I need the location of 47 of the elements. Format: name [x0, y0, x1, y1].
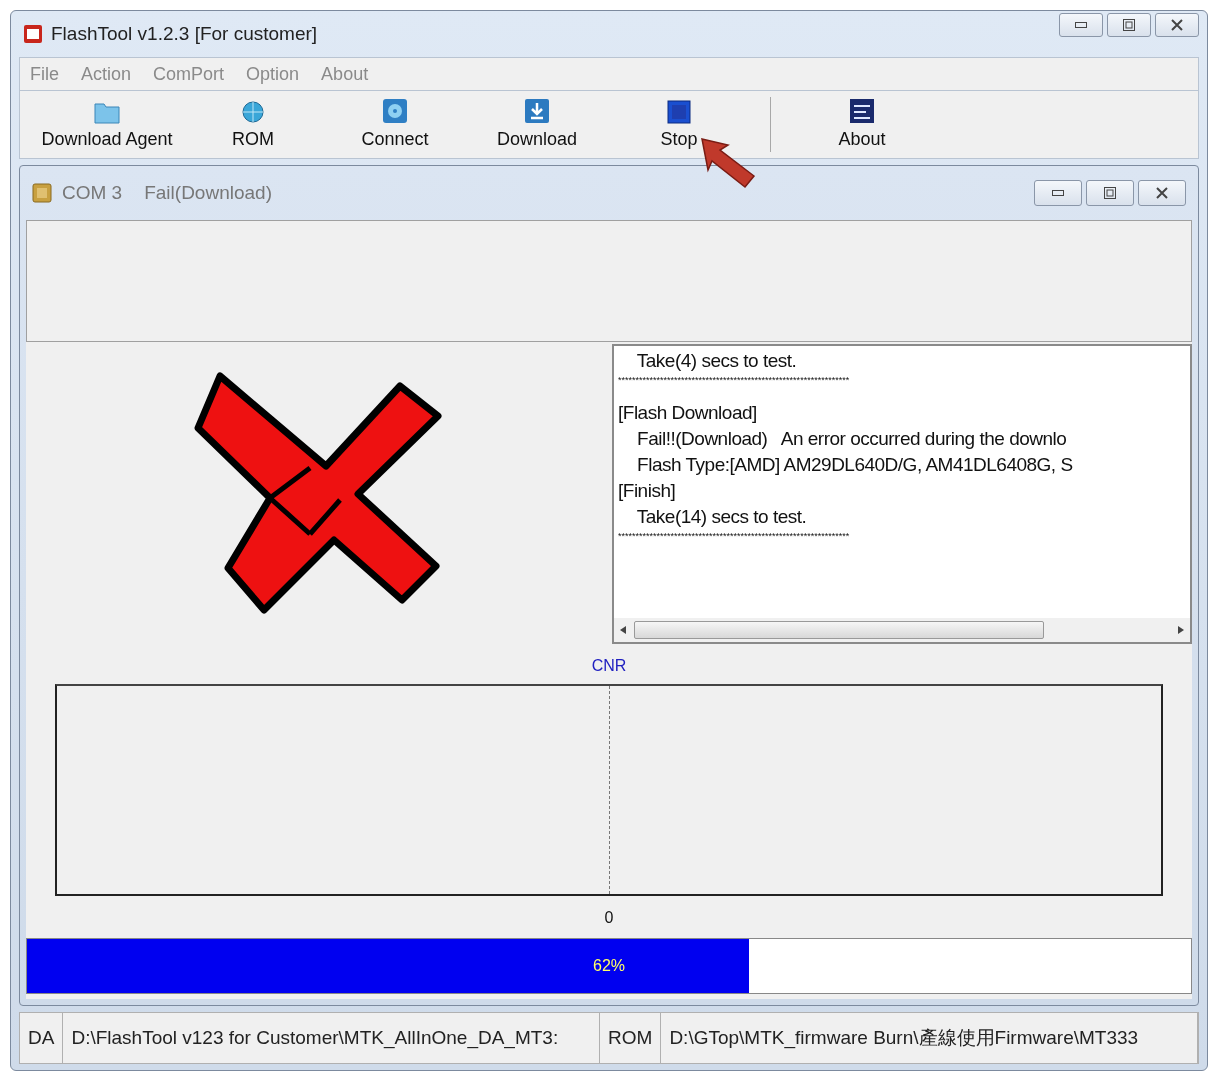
about-icon [849, 98, 875, 124]
download-icon [524, 98, 550, 124]
toolbar-button[interactable]: ROM [182, 91, 324, 158]
child-window-port: COM 3 [62, 180, 123, 205]
toolbar-button[interactable]: Download [466, 91, 608, 158]
close-button[interactable] [1138, 180, 1186, 206]
log-line: Take(14) secs to test. [635, 505, 807, 529]
window-title: FlashTool v1.2.3 [For customer] [51, 21, 319, 46]
pointer-arrow-icon [700, 137, 756, 189]
minimize-button[interactable] [1059, 13, 1103, 37]
globe-icon [241, 100, 265, 124]
status-path: D:\FlashTool v123 for Customer\MTK_AllInOne_DA_MT3: [63, 1013, 601, 1063]
fail-cross-icon [194, 372, 444, 616]
toolbar-button[interactable]: About [791, 91, 933, 158]
folder-icon [94, 100, 120, 124]
log-separator: ****************************************************************** [618, 374, 850, 386]
minimize-icon [1075, 22, 1087, 28]
stop-icon [667, 100, 691, 124]
log-line: [Flash Download] [618, 401, 757, 425]
minimize-icon [1052, 190, 1064, 196]
close-button[interactable] [1155, 13, 1199, 37]
app-icon [23, 24, 43, 44]
close-icon [1155, 187, 1169, 199]
graph-axis-label: 0 [604, 908, 614, 928]
close-icon [1170, 19, 1184, 31]
scroll-left-icon [620, 626, 626, 634]
log-line: [Finish] [618, 479, 676, 503]
minimize-button[interactable] [1034, 180, 1082, 206]
log-line: Flash Type:[AMD] AM29DL640D/G, AM41DL6408G, S [636, 453, 1073, 477]
progress-label: 62% [593, 956, 625, 976]
maximize-button[interactable] [1086, 180, 1134, 206]
log-line: Fail!!(Download) An error occurred during the downlo [636, 427, 1067, 451]
horizontal-scrollbar[interactable] [614, 618, 1190, 642]
toolbar-button[interactable]: Connect [324, 91, 466, 158]
maximize-icon [1104, 187, 1116, 199]
child-window-status: Fail(Download) [144, 180, 273, 205]
scroll-right-icon [1178, 626, 1184, 634]
status-label: ROM [600, 1013, 662, 1063]
status-label: DA [20, 1013, 64, 1063]
chip-icon [32, 183, 52, 203]
log-separator: ****************************************************************** [618, 530, 850, 542]
graph-title: CNR [591, 656, 627, 676]
status-path: D:\GTop\MTK_firmware Burn\產線使用Firmware\MT333 [661, 1013, 1198, 1063]
toolbar-button[interactable]: Download Agent [32, 91, 182, 158]
maximize-button[interactable] [1107, 13, 1151, 37]
log-line: Take(4) secs to test. [635, 349, 797, 373]
maximize-icon [1123, 19, 1135, 31]
